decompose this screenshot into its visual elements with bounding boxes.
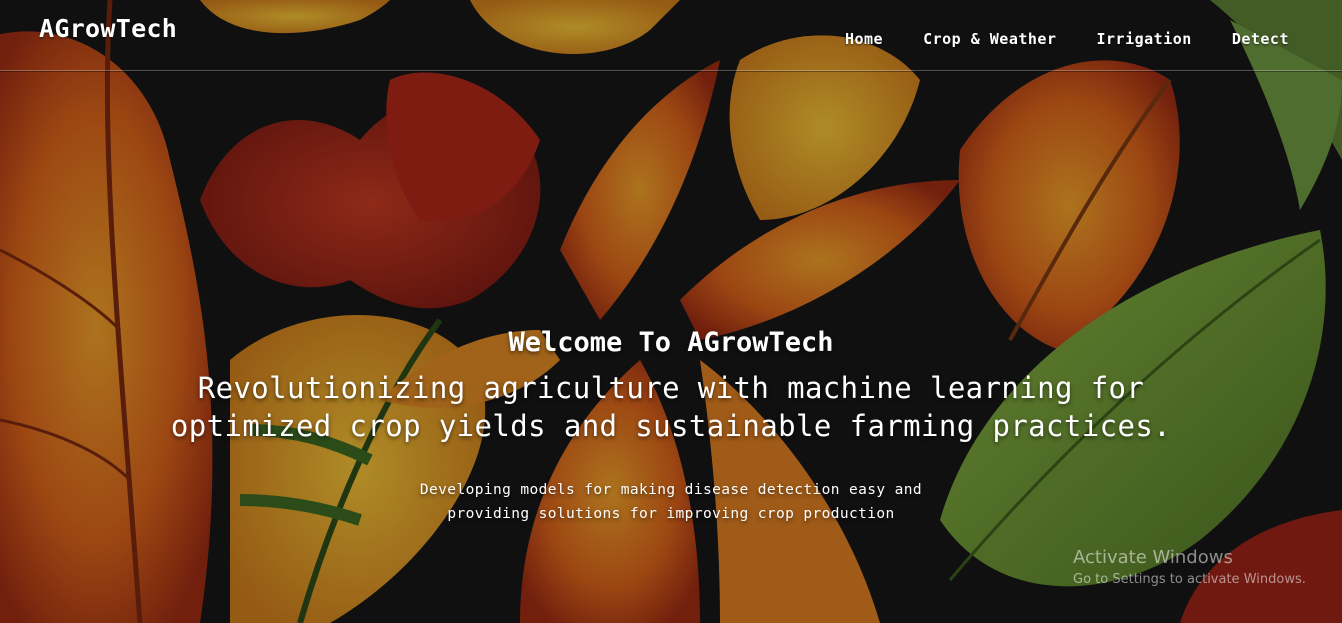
watermark-subtitle: Go to Settings to activate Windows.	[1073, 572, 1306, 587]
nav-link-crop-weather[interactable]: Crop & Weather	[923, 30, 1056, 48]
hero-tagline: Revolutionizing agriculture with machine…	[170, 371, 1172, 443]
hero-section: AGrowTech Home Crop & Weather Irrigation…	[0, 0, 1342, 623]
nav-link-irrigation[interactable]: Irrigation	[1097, 30, 1192, 48]
nav-link-home[interactable]: Home	[845, 30, 883, 48]
hero-content: Welcome To AGrowTech Revolutionizing agr…	[0, 325, 1342, 526]
watermark-title: Activate Windows	[1073, 547, 1233, 568]
nav-menu: Home Crop & Weather Irrigation Detect	[845, 30, 1289, 48]
activate-windows-watermark: Activate Windows Go to Settings to activ…	[1073, 547, 1306, 591]
top-navbar: AGrowTech Home Crop & Weather Irrigation…	[0, 0, 1342, 71]
background-overlay	[0, 0, 1342, 623]
welcome-heading: Welcome To AGrowTech	[508, 327, 834, 358]
hero-description: Developing models for making disease det…	[419, 482, 923, 522]
brand-logo[interactable]: AGrowTech	[39, 14, 177, 43]
nav-link-detect[interactable]: Detect	[1232, 30, 1289, 48]
